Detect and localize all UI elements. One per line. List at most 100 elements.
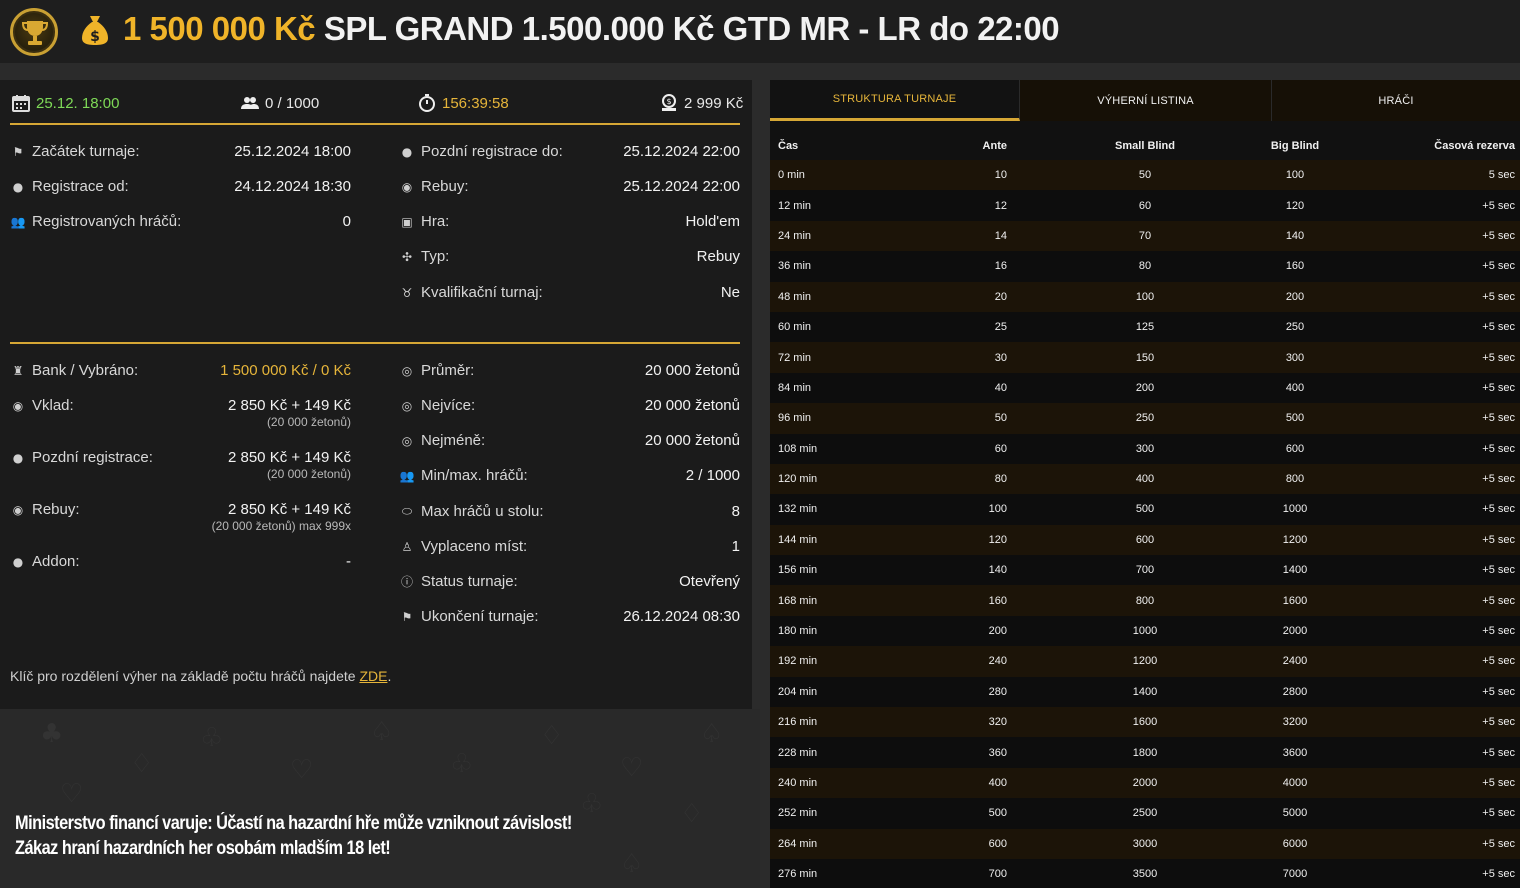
- table-icon: ⬭: [401, 504, 413, 518]
- money-deposit: ◉ Vklad:: [10, 397, 74, 414]
- table-header: Čas Ante Small Blind Big Blind Časová rezerv…: [770, 131, 1520, 160]
- stopwatch-icon: [419, 94, 435, 112]
- cell-time-bank: +5 sec: [1482, 533, 1515, 546]
- money-addon-value: -: [346, 553, 351, 570]
- table-row: 192 min 240 1200 2400 +5 sec: [770, 646, 1520, 677]
- cell-small-blind: 250: [1135, 412, 1155, 425]
- cell-time: 180 min: [778, 625, 818, 638]
- payout-key-end: .: [387, 668, 392, 684]
- info-registered-label: Registrovaných hráčů:: [32, 213, 182, 230]
- suit-pattern-background: ♣ ♢ ♧ ♡ ♤ ♧ ♢ ♡ ♤ ♡ ♧ ♢ ♤: [0, 709, 760, 888]
- cell-time: 96 min: [778, 412, 812, 425]
- cell-small-blind: 200: [1135, 381, 1155, 394]
- table-row: 0 min 10 50 100 5 sec: [770, 160, 1520, 191]
- cell-time: 24 min: [778, 229, 812, 242]
- coin-icon: ●: [12, 450, 24, 465]
- table-row: 168 min 160 800 1600 +5 sec: [770, 585, 1520, 616]
- tab-payouts[interactable]: VÝHERNÍ LISTINA: [1020, 80, 1272, 121]
- cell-small-blind: 3500: [1132, 868, 1158, 881]
- tournament-info-panel: 25.12. 18:00 0 / 1000 156:39:58 $ 2 999 …: [0, 80, 752, 709]
- info-registered-value: 0: [342, 213, 351, 230]
- warning-line-1: Ministerstvo financí varuje: Účastí na h…: [15, 813, 572, 834]
- cell-ante: 600: [988, 837, 1007, 850]
- tournament-title: 1 500 000 Kč SPL GRAND 1.500.000 Kč GTD …: [123, 10, 1060, 48]
- money-deposit-label: Vklad:: [32, 397, 74, 414]
- cell-big-blind: 2800: [1282, 685, 1308, 698]
- cell-ante: 500: [988, 807, 1007, 820]
- start-date-value: 25.12. 18:00: [36, 94, 120, 112]
- diamond-icon: ♢: [130, 749, 154, 779]
- money-late-reg-sub: (20 000 žetonů): [266, 467, 351, 481]
- table-row: 180 min 200 1000 2000 +5 sec: [770, 615, 1520, 647]
- stack-average: ◎ Průměr:: [399, 362, 475, 379]
- cell-big-blind: 5000: [1282, 807, 1308, 820]
- coin-stack-icon: $: [662, 94, 676, 111]
- cell-ante: 30: [994, 351, 1007, 364]
- spade-icon: ♤: [370, 717, 394, 747]
- cell-small-blind: 1200: [1132, 655, 1158, 668]
- diamond-icon: ♢: [680, 799, 704, 829]
- table-row: 252 min 500 2500 5000 +5 sec: [770, 798, 1520, 829]
- cell-small-blind: 150: [1135, 351, 1155, 364]
- payout-key-text: Klíč pro rozdělení výher na základě počt…: [10, 668, 360, 684]
- cell-small-blind: 800: [1135, 594, 1155, 607]
- cell-time-bank: +5 sec: [1482, 381, 1515, 394]
- cell-big-blind: 300: [1285, 351, 1305, 364]
- cell-time-bank: +5 sec: [1482, 655, 1515, 668]
- tournament-status: ⓘ Status turnaje:: [399, 573, 518, 590]
- cell-small-blind: 3000: [1132, 837, 1158, 850]
- cell-big-blind: 4000: [1282, 777, 1308, 789]
- heart-icon: ♡: [60, 779, 84, 809]
- cell-time-bank: +5 sec: [1482, 807, 1515, 820]
- cell-small-blind: 1000: [1132, 625, 1158, 638]
- money-late-reg-value: 2 850 Kč + 149 Kč: [227, 449, 351, 466]
- cell-big-blind: 2000: [1282, 625, 1308, 638]
- table-row: 240 min 400 2000 4000 +5 sec: [770, 767, 1520, 799]
- table-row: 60 min 25 125 250 +5 sec: [770, 311, 1520, 343]
- cards-icon: ▣: [401, 214, 413, 229]
- cell-ante: 160: [988, 594, 1007, 607]
- tab-players[interactable]: HRÁČI: [1272, 80, 1520, 121]
- table-row: 156 min 140 700 1400 +5 sec: [770, 555, 1520, 586]
- cell-big-blind: 140: [1285, 229, 1305, 242]
- info-game-label: Hra:: [421, 213, 450, 230]
- blind-structure-table: Čas Ante Small Blind Big Blind Časová rezerv…: [770, 131, 1520, 888]
- trophy-logo-icon[interactable]: [10, 8, 58, 56]
- medal-icon: ♉: [401, 285, 413, 300]
- cell-time-bank: +5 sec: [1482, 625, 1515, 638]
- cell-time: 264 min: [778, 837, 818, 850]
- cell-time: 72 min: [778, 351, 812, 364]
- cell-time: 204 min: [778, 685, 818, 698]
- cell-time: 192 min: [778, 655, 818, 668]
- cell-time-bank: +5 sec: [1482, 503, 1515, 516]
- stack-average-label: Průměr:: [421, 362, 475, 379]
- table-row: 144 min 120 600 1200 +5 sec: [770, 524, 1520, 556]
- coins-icon: ◉: [12, 502, 24, 517]
- tournament-guarantee: 1 500 000 Kč: [123, 10, 316, 47]
- panel-tabs: STRUKTURA TURNAJE VÝHERNÍ LISTINA HRÁČI: [770, 80, 1520, 121]
- table-row: 216 min 320 1600 3200 +5 sec: [770, 707, 1520, 738]
- stack-average-value: 20 000 žetonů: [644, 362, 740, 379]
- table-row: 132 min 100 500 1000 +5 sec: [770, 494, 1520, 525]
- table-row: 228 min 360 1800 3600 +5 sec: [770, 737, 1520, 768]
- cell-ante: 20: [994, 290, 1007, 303]
- cell-time: 48 min: [778, 290, 812, 303]
- cell-small-blind: 125: [1135, 321, 1155, 334]
- tab-structure[interactable]: STRUKTURA TURNAJE: [770, 80, 1020, 121]
- cell-ante: 16: [994, 260, 1007, 273]
- table-row: 108 min 60 300 600 +5 sec: [770, 433, 1520, 464]
- payout-key-link[interactable]: ZDE: [359, 668, 387, 684]
- cell-time-bank: +5 sec: [1482, 321, 1515, 334]
- finish-flag-icon: ⚑: [401, 609, 413, 624]
- cell-time-bank: +5 sec: [1482, 868, 1515, 881]
- cell-time: 228 min: [778, 746, 818, 759]
- cell-time-bank: +5 sec: [1482, 199, 1515, 212]
- cell-ante: 360: [988, 746, 1007, 759]
- cell-big-blind: 200: [1285, 290, 1305, 303]
- tournament-end-value: 26.12.2024 08:30: [623, 608, 740, 625]
- money-rebuy-label: Rebuy:: [32, 501, 80, 518]
- column-header-time-bank: Časová rezerva: [1434, 139, 1515, 152]
- cell-time: 156 min: [778, 564, 818, 577]
- money-late-reg: ● Pozdní registrace:: [10, 449, 153, 466]
- cell-time-bank: +5 sec: [1482, 351, 1515, 364]
